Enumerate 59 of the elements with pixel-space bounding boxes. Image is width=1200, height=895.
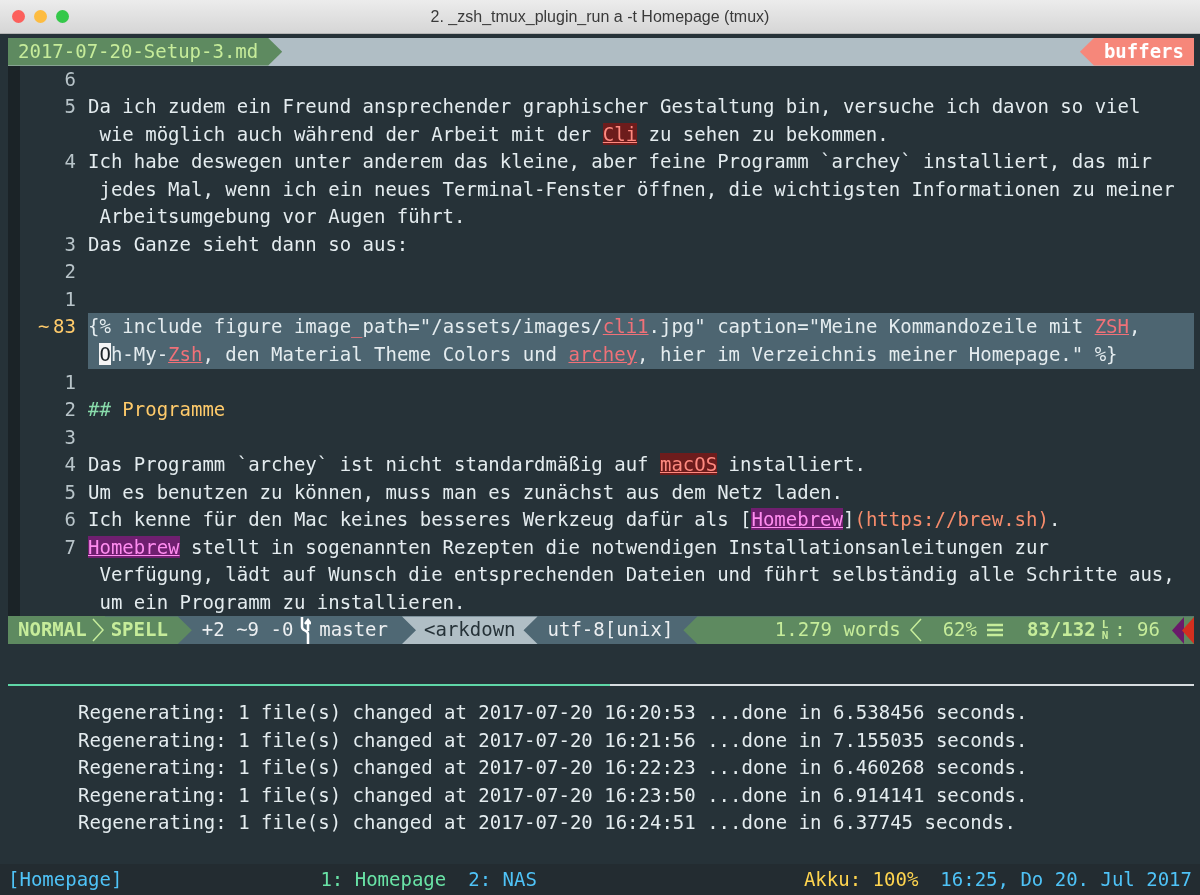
encoding-label: utf-8[unix]: [546, 617, 675, 643]
chevron-icon: [90, 617, 105, 644]
line-number: 2: [63, 259, 77, 285]
triangles-drawing: [1172, 616, 1194, 644]
mode-indicator: NORMAL: [8, 616, 91, 645]
window-tab[interactable]: 2: NAS: [468, 864, 537, 895]
line-number: 3: [63, 231, 77, 257]
text-line: wie möglich auch während der Arbeit mit der Cli zu sehen zu bekommen.: [98, 121, 890, 147]
line-number: 6: [63, 507, 77, 533]
word-count: 1.279 words: [774, 617, 901, 643]
column-number: : 96: [1114, 617, 1160, 643]
line-number: 3: [63, 424, 77, 450]
output-line: Regenerating: 1 file(s) changed at 2017-07-20 16:23:50 ...done in 6.914141 seconds.: [78, 782, 1028, 808]
window-tab[interactable]: 1: Homepage: [320, 864, 447, 895]
text-line: Das Ganze sieht dann so aus:: [88, 231, 410, 257]
battery-label: Akku:: [803, 867, 862, 893]
scroll-percent: 62%: [942, 617, 977, 643]
zoom-button[interactable]: [56, 10, 69, 23]
line-number: 2: [63, 397, 77, 423]
text-line: Verfügung, lädt auf Wunsch die entsprechenden Dateien und führt selbständig alle Schritte aus,: [98, 562, 1176, 588]
cursor-position: 83/132: [1027, 617, 1096, 643]
line-number: 4: [63, 452, 77, 478]
battery-value: 100%: [871, 867, 919, 893]
output-line: Regenerating: 1 file(s) changed at 2017-07-20 16:24:51 ...done in 6.37745 seconds.: [78, 810, 1016, 836]
text-line: Da ich zudem ein Freund ansprechender graphischer Gestaltung bin, versuche ich davon so viel: [88, 94, 1142, 120]
text-line: um ein Programm zu installieren.: [98, 589, 467, 615]
line-number: 7: [63, 534, 77, 560]
output-line: Regenerating: 1 file(s) changed at 2017-07-20 16:22:23 ...done in 6.460268 seconds.: [78, 755, 1028, 781]
output-line: Regenerating: 1 file(s) changed at 2017-07-20 16:20:53 ...done in 6.538456 seconds.: [78, 700, 1028, 726]
line-number: 1: [63, 369, 77, 395]
text-line: Homebrew stellt in sogenannten Rezepten die notwendigen Installationsanleitungen zur: [88, 534, 1050, 560]
branch-icon: [299, 616, 312, 644]
line-number: 5: [63, 94, 77, 120]
line-number: 1: [63, 286, 77, 312]
line-number: 5: [63, 479, 77, 505]
line-symbol: LN: [1101, 619, 1109, 642]
window-title: 2. _zsh_tmux_plugin_run a -t Homepage (tmux): [430, 7, 770, 25]
buffers-label: buffers: [1079, 38, 1194, 66]
minimize-button[interactable]: [34, 10, 47, 23]
text-line: Um es benutzen zu können, muss man es zunächst aus dem Netz laden.: [88, 479, 844, 505]
text-line: jedes Mal, wenn ich ein neues Terminal-Fenster öffnen, die wichtigsten Informationen zu meiner: [98, 176, 1176, 202]
line-number: 4: [63, 149, 77, 175]
text-line: Ich habe deswegen unter anderem das kleine, aber feine Programm `archey` installiert, das mir: [88, 149, 1153, 175]
git-changes: +2 ~9 -0: [200, 617, 295, 643]
close-button[interactable]: [12, 10, 25, 23]
text-line: Das Programm `archey` ist nicht standardmäßig auf macOS installiert.: [88, 452, 867, 478]
lines-icon: [987, 623, 1003, 638]
line-number: ~ 83: [37, 314, 77, 340]
clock: 16:25, Do 20. Jul 2017: [940, 867, 1192, 893]
text-line: Ich kenne für den Mac keines besseres Werkzeug dafür als [Homebrew](https://brew.sh).: [88, 507, 1062, 533]
text-line: ## Programme: [88, 397, 227, 423]
spell-indicator: SPELL: [104, 616, 192, 645]
filetype-label: <arkdown: [402, 616, 538, 645]
line-number: 6: [63, 66, 77, 92]
session-name: [Homepage]: [8, 867, 123, 893]
branch-name: master: [318, 617, 389, 643]
chevron-icon: [908, 617, 923, 644]
output-line: Regenerating: 1 file(s) changed at 2017-07-20 16:21:56 ...done in 7.155035 seconds.: [78, 727, 1028, 753]
text-line: Arbeitsumgebung vor Augen führt.: [98, 204, 467, 230]
